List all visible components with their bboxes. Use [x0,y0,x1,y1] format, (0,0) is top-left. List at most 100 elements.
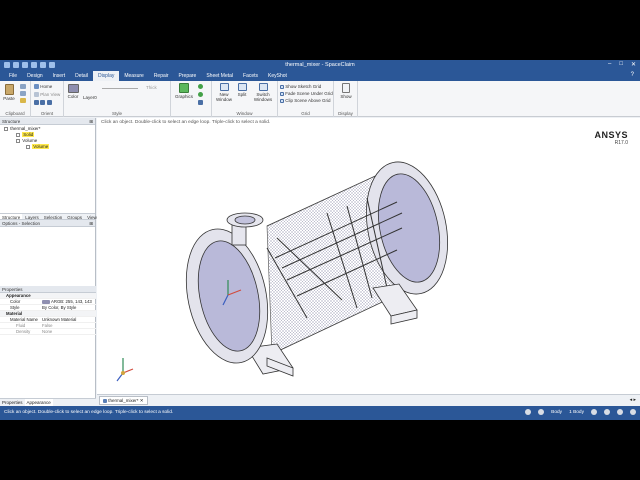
layer-selector[interactable]: Layer0 [83,95,97,100]
fit-view-icon[interactable] [617,409,623,415]
pin-icon[interactable]: ⊞ [89,221,93,227]
options-panel-header: Options - Selection ⊞ [0,220,95,227]
clip-scene-option[interactable]: Clip Scene Above Grid [280,98,331,103]
tab-keyshot[interactable]: KeyShot [263,71,292,81]
zoom-icon[interactable] [46,100,52,105]
tree-node-label: Volume [32,144,50,149]
show-sketch-grid-option[interactable]: Show Sketch Grid [280,84,321,89]
properties-panel-header: Properties [0,286,96,293]
close-tab-icon[interactable]: ✕ [140,398,144,403]
paste-label: Paste [3,96,15,101]
tab-facets[interactable]: Facets [238,71,263,81]
checkbox-icon[interactable] [16,132,20,137]
tab-groups[interactable]: Groups [65,214,84,220]
grid-group: Show Sketch Grid Fade Scene Under Grid C… [278,81,334,117]
tree-node-label: Solid [22,132,35,137]
plan-view-label: Plan View [40,92,61,97]
tree-node-volume-child[interactable]: Volume [2,144,93,150]
checkbox-checked-icon [280,84,284,89]
document-tab[interactable]: thermal_mixer* ✕ [99,396,148,405]
paste-button[interactable]: Paste [3,84,15,101]
rotate-icon[interactable] [34,100,39,105]
thermal-mixer-model[interactable] [97,118,640,394]
close-button[interactable]: ✕ [631,61,636,68]
thick-label[interactable]: Thick [146,85,157,90]
ribbon: Paste Clipboard Home Plan View Orient Co… [0,81,640,117]
tab-design[interactable]: Design [22,71,48,81]
copy-icon[interactable] [20,91,26,96]
tab-appearance[interactable]: Appearance [24,399,53,406]
view-triad[interactable] [116,358,134,382]
tab-structure[interactable]: Structure [0,214,23,220]
show-sketch-grid-label: Show Sketch Grid [285,84,322,89]
document-tab-label: thermal_mixer* [108,398,139,403]
color-button[interactable]: Color [66,84,80,99]
clipboard-group-label: Clipboard [5,111,25,116]
graphics-button[interactable]: Graphics [175,83,193,99]
selection-count-label: 1 Body [569,409,584,415]
tab-insert[interactable]: Insert [48,71,71,81]
tab-properties[interactable]: Properties [0,399,25,406]
tab-measure[interactable]: Measure [119,71,148,81]
checkbox-icon[interactable] [4,126,8,131]
tab-repair[interactable]: Repair [149,71,174,81]
show-icon [342,83,350,93]
tree-node-label: thermal_mixer* [10,126,41,131]
orient-group-label: Orient [40,111,54,116]
switch-windows-label: Switch Windows [253,92,273,102]
checkbox-icon[interactable] [16,138,20,143]
green-dot-icon[interactable] [198,84,203,89]
properties-header-label: Properties [2,287,23,292]
tab-layers[interactable]: Layers [23,214,41,220]
display-group: Show Display [334,81,358,117]
plan-view-icon [34,92,39,98]
tab-display[interactable]: Display [92,71,120,81]
split-button[interactable]: Split [235,83,249,97]
format-painter-icon[interactable] [20,98,26,103]
show-label: Show [340,94,352,99]
tab-prepare[interactable]: Prepare [174,71,202,81]
paste-icon [4,84,14,95]
structure-panel-header: Structure ⊞ [0,118,95,125]
line-style-selector[interactable] [102,88,138,89]
pan-icon[interactable] [40,100,46,105]
cut-icon[interactable] [20,84,26,89]
color-swatch-icon [42,299,50,304]
properties-panel: Properties Appearance Color ARGB: 255, 1… [0,286,96,335]
info-icon[interactable] [538,409,545,415]
tab-file[interactable]: File [4,71,22,81]
clipboard-group: Paste Clipboard [0,81,31,117]
green-dot-icon[interactable] [198,92,203,97]
maximize-button[interactable]: □ [619,61,623,68]
grid-group-label: Grid [301,111,310,116]
home-button[interactable]: Home [34,84,52,90]
structure-tabs: Structure Layers Selection Groups Views [0,213,99,220]
plan-view-button[interactable]: Plan View [34,92,61,98]
switch-windows-button[interactable]: Switch Windows [252,83,274,102]
selection-mode-label[interactable]: Body [551,410,562,415]
minimize-button[interactable]: – [608,61,611,68]
zoom-view-icon[interactable] [604,409,610,415]
tab-selection[interactable]: Selection [42,214,65,220]
selection-filter-icon[interactable] [525,409,532,415]
tab-detail[interactable]: Detail [70,71,93,81]
pan-view-icon[interactable] [591,409,597,415]
options-header-label: Options - Selection [2,221,41,226]
help-icon[interactable]: ? [631,72,634,78]
style-group-label: Style [111,111,122,116]
split-icon [237,83,247,91]
tab-scroll-arrows[interactable]: ◂ ▸ [630,397,636,403]
switch-windows-icon [258,83,268,91]
tab-sheet-metal[interactable]: Sheet Metal [201,71,238,81]
new-window-button[interactable]: New Window [215,83,233,102]
tree-node-label: Volume [22,138,38,143]
property-row-density[interactable]: Density None [0,329,96,335]
snap-view-icon[interactable] [630,409,636,415]
graphics-group: Graphics [171,81,212,117]
design-viewport[interactable]: Click an object. Double-click to select … [97,118,640,394]
fade-scene-option[interactable]: Fade Scene Under Grid [280,91,333,96]
checkbox-icon[interactable] [26,144,30,149]
lighting-icon[interactable] [198,100,203,105]
show-button[interactable]: Show [338,83,354,99]
color-swatch-icon [67,84,79,93]
